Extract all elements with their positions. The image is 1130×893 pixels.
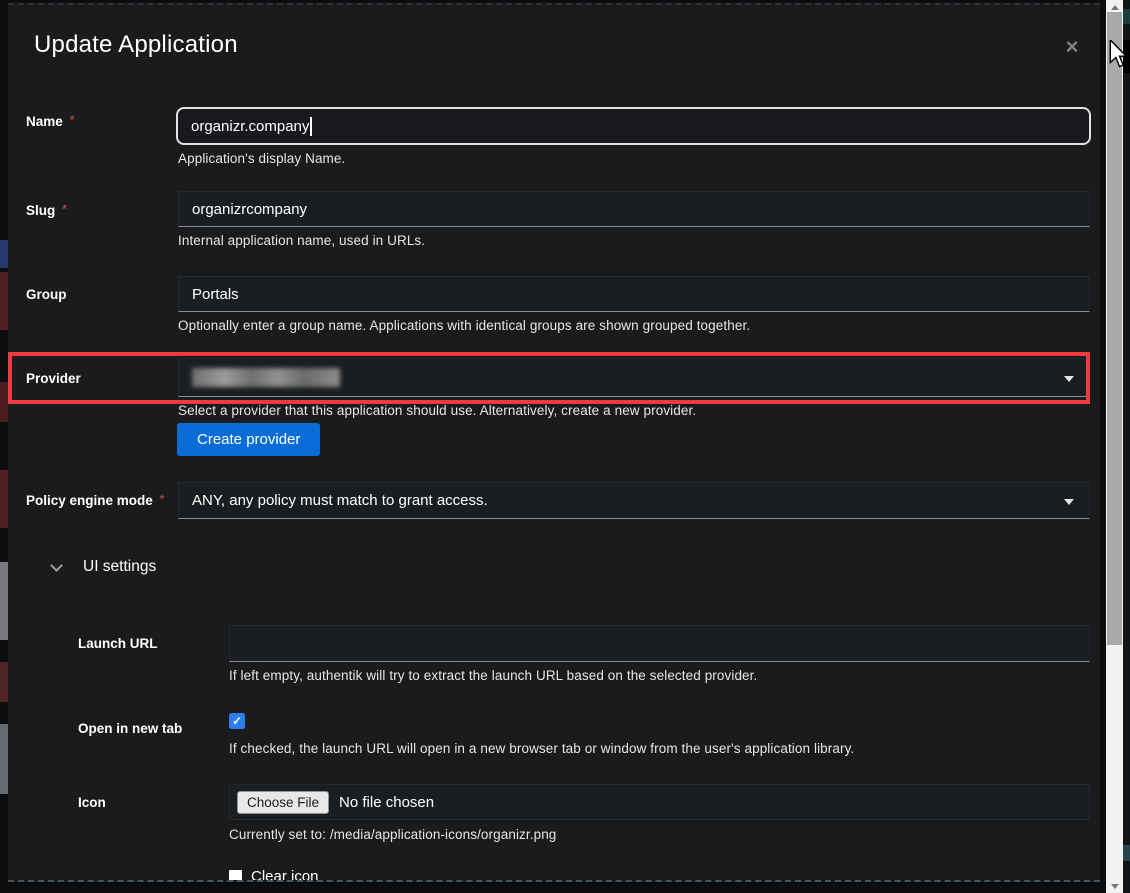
- checkmark-icon: ✓: [232, 714, 242, 728]
- launch-url-label: Launch URL: [78, 636, 158, 651]
- scrollbar-thumb[interactable]: [1107, 12, 1122, 645]
- background-app-icon: [0, 240, 8, 268]
- ui-settings-toggle[interactable]: UI settings: [34, 558, 156, 576]
- background-app-icon: [0, 272, 8, 330]
- background-app-icon: [0, 662, 8, 702]
- name-label: Name*: [26, 113, 74, 129]
- policy-engine-mode-label: Policy engine mode*: [26, 492, 164, 508]
- update-application-modal: Update Application × Name* organizr.comp…: [8, 3, 1100, 882]
- icon-help: Currently set to: /media/application-ico…: [229, 827, 556, 842]
- group-input-value: Portals: [192, 286, 239, 303]
- background-app-icon: [0, 470, 8, 528]
- name-input[interactable]: organizr.company: [176, 107, 1091, 145]
- window-edge: [1123, 0, 1130, 893]
- launch-url-input[interactable]: [229, 625, 1090, 662]
- name-input-value: organizr.company: [191, 118, 309, 135]
- group-input[interactable]: Portals: [178, 276, 1090, 312]
- launch-url-help: If left empty, authentik will try to ext…: [229, 668, 757, 683]
- chevron-down-icon: [1064, 499, 1074, 505]
- open-in-new-tab-label: Open in new tab: [78, 721, 182, 736]
- provider-label: Provider: [26, 371, 81, 386]
- chevron-down-icon: [50, 559, 63, 572]
- arrow-up-icon: [1111, 5, 1119, 10]
- ui-settings-header: UI settings: [83, 558, 156, 576]
- provider-redacted-value: [192, 368, 340, 387]
- text-cursor: [310, 117, 312, 136]
- background-app-icon: [0, 724, 8, 794]
- name-help: Application's display Name.: [178, 151, 345, 166]
- mouse-cursor: [1108, 40, 1128, 68]
- clear-icon-checkbox[interactable]: [229, 870, 242, 882]
- chevron-down-icon: [1064, 376, 1074, 382]
- policy-engine-mode-value: ANY, any policy must match to grant acce…: [192, 492, 488, 509]
- close-icon[interactable]: ×: [1059, 34, 1085, 60]
- window-edge-accent: [1123, 845, 1130, 861]
- create-provider-button[interactable]: Create provider: [177, 423, 320, 456]
- choose-file-button[interactable]: Choose File: [237, 791, 329, 814]
- policy-engine-mode-select[interactable]: ANY, any policy must match to grant acce…: [178, 482, 1090, 519]
- clear-icon-label: Clear icon: [251, 868, 319, 882]
- group-label: Group: [26, 287, 67, 302]
- icon-label: Icon: [78, 795, 106, 810]
- required-marker: *: [70, 113, 75, 127]
- background-app-icon: [0, 382, 8, 422]
- screen: Update Application × Name* organizr.comp…: [0, 0, 1130, 893]
- open-in-new-tab-help: If checked, the launch URL will open in …: [229, 741, 854, 756]
- arrow-down-icon: [1111, 884, 1119, 889]
- required-marker: *: [62, 202, 67, 216]
- scrollbar-down-button[interactable]: [1106, 879, 1123, 893]
- modal-title: Update Application: [34, 31, 238, 59]
- window-edge-accent: [1123, 9, 1130, 24]
- background-app-icon: [0, 562, 8, 640]
- slug-input-value: organizrcompany: [192, 201, 307, 218]
- icon-file-input[interactable]: Choose File No file chosen: [229, 784, 1090, 820]
- slug-help: Internal application name, used in URLs.: [178, 233, 425, 248]
- group-help: Optionally enter a group name. Applicati…: [178, 318, 750, 333]
- open-in-new-tab-checkbox[interactable]: ✓: [229, 713, 245, 729]
- file-status-text: No file chosen: [339, 794, 434, 811]
- provider-select[interactable]: [178, 358, 1090, 397]
- slug-input[interactable]: organizrcompany: [178, 191, 1090, 227]
- required-marker: *: [160, 492, 165, 506]
- slug-label: Slug*: [26, 202, 67, 218]
- provider-help: Select a provider that this application …: [178, 403, 696, 418]
